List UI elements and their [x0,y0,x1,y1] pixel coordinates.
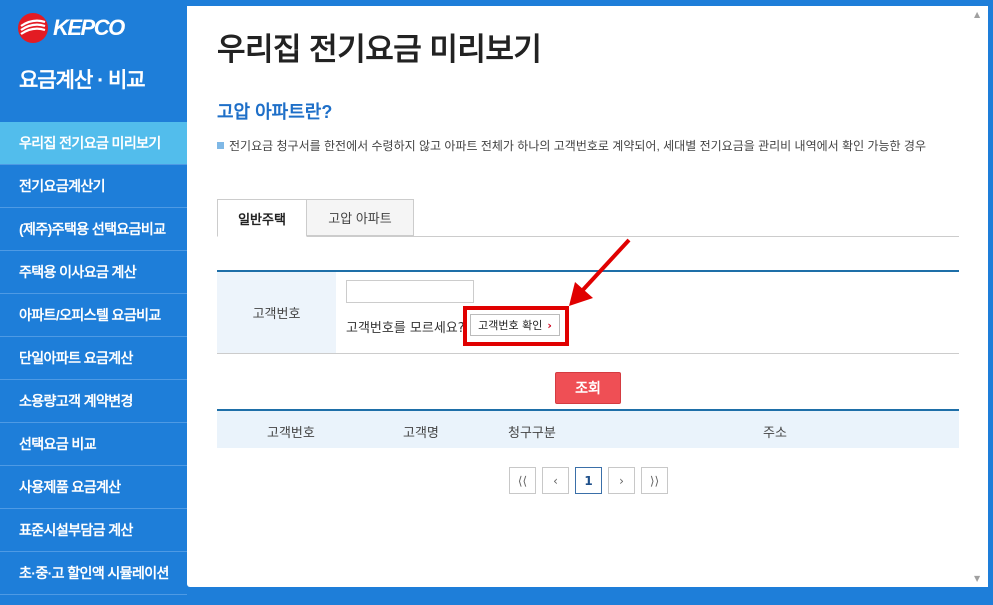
vertical-scrollbar[interactable]: ▲ ▼ [971,6,988,587]
sidebar-item-small-contract-change[interactable]: 소용량고객 계약변경 [0,380,187,423]
sidebar-menu: 우리집 전기요금 미리보기 전기요금계산기 (제주)주택용 선택요금비교 주택용… [0,122,201,595]
page-number[interactable]: 1 [575,467,602,494]
sidebar-item-school-discount[interactable]: 초·중·고 할인액 시뮬레이션 [0,552,187,595]
check-customer-number-button[interactable]: 고객번호 확인 › [470,314,560,336]
sidebar-item-bill-preview[interactable]: 우리집 전기요금 미리보기 [0,122,201,165]
sidebar-item-single-apartment[interactable]: 단일아파트 요금계산 [0,337,187,380]
tab-bar: 일반주택 고압 아파트 [217,199,959,237]
sidebar-item-select-rate-compare[interactable]: 선택요금 비교 [0,423,187,466]
first-page-icon[interactable]: ⟨⟨ [509,467,536,494]
sidebar-item-facility-charge[interactable]: 표준시설부담금 계산 [0,509,187,552]
logo-wordmark: KEPCO [53,15,125,40]
sidebar-item-appliance-bill[interactable]: 사용제품 요금계산 [0,466,187,509]
chevron-right-icon: › [547,318,552,332]
customer-number-input[interactable] [346,280,474,303]
next-page-icon[interactable]: › [608,467,635,494]
search-button[interactable]: 조회 [555,372,621,404]
check-button-label: 고객번호 확인 [478,319,543,332]
last-page-icon[interactable]: ⟩⟩ [641,467,668,494]
column-billing-type: 청구구분 [508,426,556,441]
column-customer-name: 고객명 [403,426,439,441]
pagination: ⟨⟨ ‹ 1 › ⟩⟩ [509,467,668,494]
kepco-emblem-icon [18,13,48,43]
description: 전기요금 청구서를 한전에서 수령하지 않고 아파트 전체가 하나의 고객번호로… [217,136,962,157]
tab-general-house[interactable]: 일반주택 [217,199,307,237]
customer-form: 고객번호 고객번호를 모르세요? 고객번호 확인 › [217,270,959,354]
sidebar-item-bill-calculator[interactable]: 전기요금계산기 [0,165,187,208]
bullet-icon [217,142,224,149]
column-address: 주소 [763,426,787,441]
sidebar-item-moving-bill[interactable]: 주택용 이사요금 계산 [0,251,187,294]
result-table-header: 고객번호 고객명 청구구분 주소 [217,409,959,448]
tab-high-voltage-apartment[interactable]: 고압 아파트 [307,199,414,236]
sidebar-item-apartment-compare[interactable]: 아파트/오피스텔 요금비교 [0,294,187,337]
kepco-logo[interactable]: KEPCO [17,12,125,44]
section-subtitle: 고압 아파트란? [217,102,333,122]
sidebar: KEPCO 요금계산 · 비교 우리집 전기요금 미리보기 전기요금계산기 (제… [0,0,201,605]
content-panel: 우리집 전기요금 미리보기 고압 아파트란? 전기요금 청구서를 한전에서 수령… [187,6,988,587]
description-text: 전기요금 청구서를 한전에서 수령하지 않고 아파트 전체가 하나의 고객번호로… [229,139,927,153]
customer-number-hint: 고객번호를 모르세요? [346,321,465,336]
customer-number-label: 고객번호 [217,272,336,353]
column-customer-number: 고객번호 [267,426,315,441]
scroll-up-icon[interactable]: ▲ [974,10,980,19]
section-title: 요금계산 · 비교 [19,69,146,92]
sidebar-item-jeju-residential-compare[interactable]: (제주)주택용 선택요금비교 [0,208,187,251]
prev-page-icon[interactable]: ‹ [542,467,569,494]
page-title: 우리집 전기요금 미리보기 [217,32,542,67]
scroll-down-icon[interactable]: ▼ [974,574,980,583]
